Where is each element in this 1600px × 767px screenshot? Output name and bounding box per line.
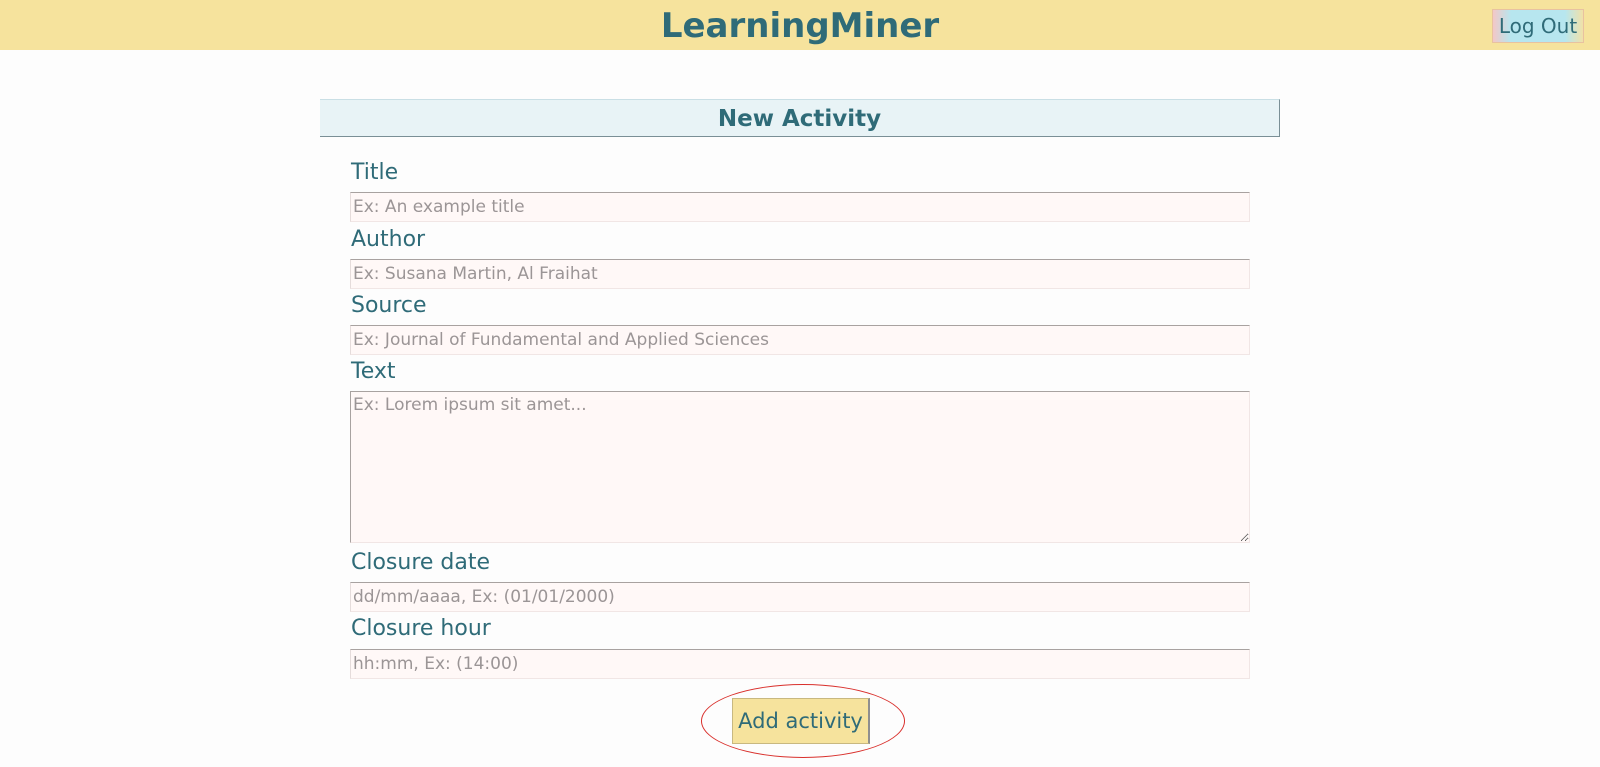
- add-activity-button[interactable]: Add activity: [732, 698, 870, 744]
- closure-date-input[interactable]: [350, 582, 1250, 612]
- source-input[interactable]: [350, 325, 1250, 355]
- author-label: Author: [351, 227, 426, 252]
- title-label: Title: [351, 160, 399, 185]
- top-bar: LearningMiner Log Out: [0, 0, 1600, 50]
- author-input[interactable]: [350, 259, 1250, 289]
- closure-date-label: Closure date: [351, 550, 491, 575]
- text-textarea[interactable]: [350, 391, 1250, 543]
- closure-hour-input[interactable]: [350, 649, 1250, 679]
- text-label: Text: [351, 359, 396, 384]
- closure-hour-label: Closure hour: [351, 616, 491, 641]
- title-input[interactable]: [350, 192, 1250, 222]
- new-activity-form: New Activity: [320, 99, 1280, 137]
- app-title: LearningMiner: [660, 6, 940, 46]
- form-heading: New Activity: [320, 99, 1280, 137]
- source-label: Source: [351, 293, 427, 318]
- logout-button[interactable]: Log Out: [1492, 9, 1584, 43]
